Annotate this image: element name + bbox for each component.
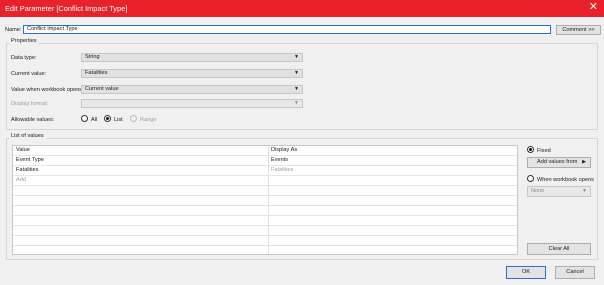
name-input-value: Conflict Impact Type [27, 26, 78, 32]
chevron-down-icon: ▼ [294, 100, 299, 106]
table-cell-value[interactable]: Event Type [16, 157, 44, 163]
title-bar: Edit Parameter [Conflict Impact Type] ✕ [0, 0, 604, 17]
table-row-empty [13, 206, 517, 216]
chevron-down-icon: ▼ [294, 70, 299, 76]
data-type-dropdown[interactable]: String ▼ [81, 53, 303, 62]
allowable-values-label: Allowable values: [11, 117, 55, 123]
list-of-values-title: List of values [9, 133, 46, 139]
radio-fixed-label: Fixed [537, 148, 551, 154]
display-format-dropdown: ▼ [81, 99, 303, 108]
comment-button-label: Comment >> [562, 27, 595, 33]
table-row-empty [13, 186, 517, 196]
table-header-row: Value Display As [13, 146, 517, 156]
column-header-value: Value [16, 147, 30, 153]
add-values-from-button[interactable]: Add values from ▶ [527, 157, 591, 168]
radio-range-label: Range [140, 117, 157, 123]
radio-all[interactable] [81, 115, 88, 122]
column-header-display-as: Display As [271, 147, 298, 153]
radio-when-workbook-opens[interactable] [527, 175, 534, 182]
ok-button[interactable]: OK [506, 266, 546, 279]
radio-all-label: All [91, 117, 98, 123]
data-type-label: Data type: [11, 55, 37, 61]
close-icon[interactable]: ✕ [589, 2, 598, 13]
table-row-empty [13, 196, 517, 206]
table-row-empty [13, 236, 517, 246]
comment-button[interactable]: Comment >> [556, 25, 601, 35]
clear-all-button[interactable]: Clear All [527, 243, 591, 255]
current-value-label: Current value: [11, 71, 47, 77]
radio-fixed[interactable] [527, 146, 534, 153]
table-cell-value[interactable]: Fatalities [16, 167, 38, 173]
radio-range [130, 115, 137, 122]
cancel-button-label: Cancel [566, 269, 584, 275]
chevron-down-icon: ▼ [294, 86, 299, 92]
add-row-placeholder[interactable]: Add [16, 177, 26, 183]
radio-list-label: List [114, 117, 123, 123]
add-values-from-label: Add values from [537, 159, 578, 165]
ok-button-label: OK [521, 269, 531, 275]
table-row-empty [13, 226, 517, 236]
window-title: Edit Parameter [Conflict Impact Type] [5, 4, 128, 13]
table-row[interactable]: Event Type Events [13, 156, 517, 166]
radio-when-workbook-opens-label: When workbook opens [537, 177, 594, 183]
cancel-button[interactable]: Cancel [555, 266, 595, 279]
chevron-down-icon: ▼ [294, 54, 299, 60]
value-when-opens-label: Value when workbook opens: [11, 87, 84, 93]
table-row[interactable]: Fatalities Fatalities [13, 166, 517, 176]
table-cell-display[interactable]: Events [271, 157, 288, 163]
name-input[interactable]: Conflict Impact Type [23, 25, 551, 34]
chevron-down-icon: ▼ [582, 188, 587, 194]
display-format-label: Display format: [11, 101, 49, 107]
radio-list[interactable] [104, 115, 111, 122]
name-label: Name: [5, 27, 22, 33]
current-value-value: Fatalities [85, 70, 108, 76]
table-row-empty [13, 216, 517, 226]
source-dropdown: None ▼ [527, 186, 591, 197]
source-dropdown-value: None [531, 188, 545, 194]
chevron-right-icon: ▶ [582, 159, 586, 165]
table-cell-display[interactable]: Fatalities [271, 167, 293, 173]
properties-title: Properties [9, 38, 39, 44]
value-when-opens-value: Current value [85, 86, 119, 92]
values-table: Value Display As Event Type Events Fatal… [12, 145, 518, 255]
value-when-opens-dropdown[interactable]: Current value ▼ [81, 85, 303, 94]
current-value-dropdown[interactable]: Fatalities ▼ [81, 69, 303, 78]
table-row-add[interactable]: Add [13, 176, 517, 186]
data-type-value: String [85, 54, 100, 60]
clear-all-label: Clear All [548, 246, 570, 252]
